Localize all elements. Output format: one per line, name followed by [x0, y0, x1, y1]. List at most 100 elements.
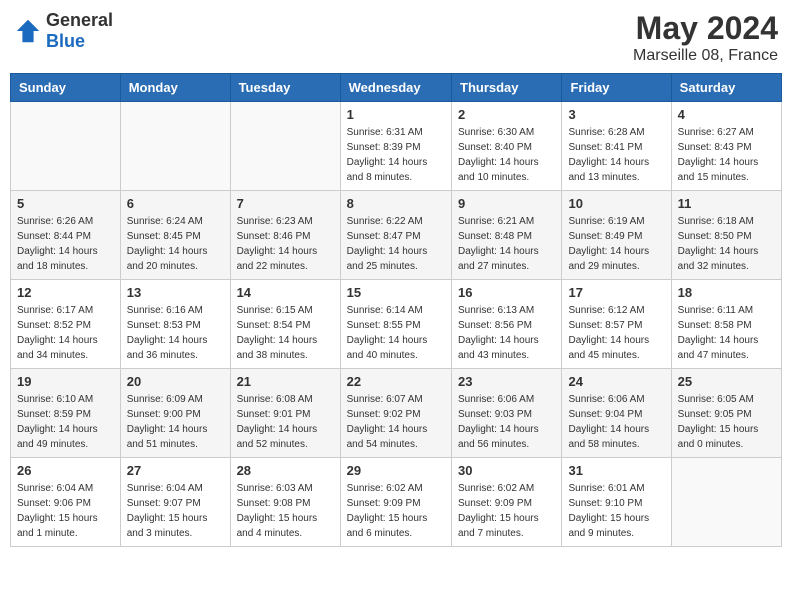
- title-block: May 2024 Marseille 08, France: [633, 10, 778, 65]
- cell-info: Sunrise: 6:15 AM Sunset: 8:54 PM Dayligh…: [237, 303, 334, 363]
- cell-day-number: 10: [568, 196, 664, 211]
- cell-day-number: 8: [347, 196, 445, 211]
- cell-day-number: 20: [127, 374, 224, 389]
- col-header-monday: Monday: [120, 74, 230, 102]
- cell-info: Sunrise: 6:08 AM Sunset: 9:01 PM Dayligh…: [237, 392, 334, 452]
- calendar-cell: 11 Sunrise: 6:18 AM Sunset: 8:50 PM Dayli…: [671, 191, 781, 280]
- calendar-cell: 4 Sunrise: 6:27 AM Sunset: 8:43 PM Daylig…: [671, 102, 781, 191]
- calendar-cell: 27 Sunrise: 6:04 AM Sunset: 9:07 PM Dayli…: [120, 458, 230, 547]
- cell-info: Sunrise: 6:17 AM Sunset: 8:52 PM Dayligh…: [17, 303, 114, 363]
- logo: General Blue: [14, 10, 113, 52]
- cell-day-number: 7: [237, 196, 334, 211]
- cell-day-number: 28: [237, 463, 334, 478]
- calendar-cell: 14 Sunrise: 6:15 AM Sunset: 8:54 PM Dayli…: [230, 280, 340, 369]
- calendar-week-3: 12 Sunrise: 6:17 AM Sunset: 8:52 PM Dayli…: [11, 280, 782, 369]
- calendar-week-5: 26 Sunrise: 6:04 AM Sunset: 9:06 PM Dayli…: [11, 458, 782, 547]
- cell-info: Sunrise: 6:26 AM Sunset: 8:44 PM Dayligh…: [17, 214, 114, 274]
- calendar-table: SundayMondayTuesdayWednesdayThursdayFrid…: [10, 73, 782, 547]
- calendar-cell: 17Sunrise: 6:12 AM Sunset: 8:57 PM Dayli…: [562, 280, 671, 369]
- cell-day-number: 5: [17, 196, 114, 211]
- calendar-cell: 18 Sunrise: 6:11 AM Sunset: 8:58 PM Dayli…: [671, 280, 781, 369]
- cell-day-number: 3: [568, 107, 664, 122]
- cell-day-number: 21: [237, 374, 334, 389]
- calendar-cell: 19 Sunrise: 6:10 AM Sunset: 8:59 PM Dayli…: [11, 369, 121, 458]
- cell-info: Sunrise: 6:21 AM Sunset: 8:48 PM Dayligh…: [458, 214, 555, 274]
- cell-day-number: 30: [458, 463, 555, 478]
- cell-day-number: 14: [237, 285, 334, 300]
- cell-day-number: 1: [347, 107, 445, 122]
- calendar-cell: 3 Sunrise: 6:28 AM Sunset: 8:41 PM Daylig…: [562, 102, 671, 191]
- cell-day-number: 27: [127, 463, 224, 478]
- logo-text: General Blue: [46, 10, 113, 52]
- cell-info: Sunrise: 6:28 AM Sunset: 8:41 PM Dayligh…: [568, 125, 664, 185]
- calendar-week-1: 1 Sunrise: 6:31 AM Sunset: 8:39 PM Daylig…: [11, 102, 782, 191]
- cell-day-number: 4: [678, 107, 775, 122]
- cell-info: Sunrise: 6:06 AM Sunset: 9:03 PM Dayligh…: [458, 392, 555, 452]
- location-title: Marseille 08, France: [633, 47, 778, 65]
- page-header: General Blue May 2024 Marseille 08, Fran…: [10, 10, 782, 65]
- cell-day-number: 26: [17, 463, 114, 478]
- cell-info: Sunrise: 6:11 AM Sunset: 8:58 PM Dayligh…: [678, 303, 775, 363]
- cell-info: Sunrise: 6:16 AM Sunset: 8:53 PM Dayligh…: [127, 303, 224, 363]
- calendar-cell: 25 Sunrise: 6:05 AM Sunset: 9:05 PM Dayli…: [671, 369, 781, 458]
- calendar-cell: 28Sunrise: 6:03 AM Sunset: 9:08 PM Dayli…: [230, 458, 340, 547]
- col-header-thursday: Thursday: [452, 74, 562, 102]
- cell-info: Sunrise: 6:13 AM Sunset: 8:56 PM Dayligh…: [458, 303, 555, 363]
- calendar-cell: 12 Sunrise: 6:17 AM Sunset: 8:52 PM Dayli…: [11, 280, 121, 369]
- cell-day-number: 13: [127, 285, 224, 300]
- calendar-cell: 22Sunrise: 6:07 AM Sunset: 9:02 PM Dayli…: [340, 369, 451, 458]
- cell-info: Sunrise: 6:10 AM Sunset: 8:59 PM Dayligh…: [17, 392, 114, 452]
- cell-info: Sunrise: 6:05 AM Sunset: 9:05 PM Dayligh…: [678, 392, 775, 452]
- cell-day-number: 19: [17, 374, 114, 389]
- cell-day-number: 11: [678, 196, 775, 211]
- calendar-cell: 6 Sunrise: 6:24 AM Sunset: 8:45 PM Daylig…: [120, 191, 230, 280]
- cell-day-number: 24: [568, 374, 664, 389]
- cell-info: Sunrise: 6:02 AM Sunset: 9:09 PM Dayligh…: [347, 481, 445, 541]
- cell-info: Sunrise: 6:12 AM Sunset: 8:57 PM Dayligh…: [568, 303, 664, 363]
- calendar-week-2: 5 Sunrise: 6:26 AM Sunset: 8:44 PM Daylig…: [11, 191, 782, 280]
- calendar-cell: 8 Sunrise: 6:22 AM Sunset: 8:47 PM Daylig…: [340, 191, 451, 280]
- calendar-cell: 24 Sunrise: 6:06 AM Sunset: 9:04 PM Dayli…: [562, 369, 671, 458]
- cell-info: Sunrise: 6:04 AM Sunset: 9:06 PM Dayligh…: [17, 481, 114, 541]
- cell-day-number: 6: [127, 196, 224, 211]
- cell-day-number: 15: [347, 285, 445, 300]
- calendar-cell: 20 Sunrise: 6:09 AM Sunset: 9:00 PM Dayli…: [120, 369, 230, 458]
- cell-info: Sunrise: 6:22 AM Sunset: 8:47 PM Dayligh…: [347, 214, 445, 274]
- cell-day-number: 16: [458, 285, 555, 300]
- cell-day-number: 23: [458, 374, 555, 389]
- cell-info: Sunrise: 6:01 AM Sunset: 9:10 PM Dayligh…: [568, 481, 664, 541]
- cell-day-number: 12: [17, 285, 114, 300]
- col-header-tuesday: Tuesday: [230, 74, 340, 102]
- cell-info: Sunrise: 6:31 AM Sunset: 8:39 PM Dayligh…: [347, 125, 445, 185]
- calendar-cell: 31Sunrise: 6:01 AM Sunset: 9:10 PM Dayli…: [562, 458, 671, 547]
- calendar-cell: 30Sunrise: 6:02 AM Sunset: 9:09 PM Dayli…: [452, 458, 562, 547]
- cell-info: Sunrise: 6:27 AM Sunset: 8:43 PM Dayligh…: [678, 125, 775, 185]
- col-header-friday: Friday: [562, 74, 671, 102]
- col-header-sunday: Sunday: [11, 74, 121, 102]
- logo-icon: [14, 17, 42, 45]
- calendar-cell: 5 Sunrise: 6:26 AM Sunset: 8:44 PM Daylig…: [11, 191, 121, 280]
- cell-info: Sunrise: 6:30 AM Sunset: 8:40 PM Dayligh…: [458, 125, 555, 185]
- cell-day-number: 29: [347, 463, 445, 478]
- calendar-cell: 21 Sunrise: 6:08 AM Sunset: 9:01 PM Dayli…: [230, 369, 340, 458]
- calendar-cell: 2 Sunrise: 6:30 AM Sunset: 8:40 PM Daylig…: [452, 102, 562, 191]
- calendar-cell: 13 Sunrise: 6:16 AM Sunset: 8:53 PM Dayli…: [120, 280, 230, 369]
- calendar-cell: [11, 102, 121, 191]
- logo-general: General: [46, 10, 113, 30]
- cell-info: Sunrise: 6:18 AM Sunset: 8:50 PM Dayligh…: [678, 214, 775, 274]
- cell-info: Sunrise: 6:04 AM Sunset: 9:07 PM Dayligh…: [127, 481, 224, 541]
- cell-info: Sunrise: 6:14 AM Sunset: 8:55 PM Dayligh…: [347, 303, 445, 363]
- cell-day-number: 2: [458, 107, 555, 122]
- calendar-cell: [671, 458, 781, 547]
- cell-info: Sunrise: 6:09 AM Sunset: 9:00 PM Dayligh…: [127, 392, 224, 452]
- month-title: May 2024: [633, 10, 778, 47]
- cell-info: Sunrise: 6:24 AM Sunset: 8:45 PM Dayligh…: [127, 214, 224, 274]
- cell-day-number: 25: [678, 374, 775, 389]
- col-header-wednesday: Wednesday: [340, 74, 451, 102]
- calendar-header-row: SundayMondayTuesdayWednesdayThursdayFrid…: [11, 74, 782, 102]
- calendar-cell: 16 Sunrise: 6:13 AM Sunset: 8:56 PM Dayli…: [452, 280, 562, 369]
- cell-info: Sunrise: 6:06 AM Sunset: 9:04 PM Dayligh…: [568, 392, 664, 452]
- cell-day-number: 18: [678, 285, 775, 300]
- calendar-cell: [230, 102, 340, 191]
- calendar-cell: [120, 102, 230, 191]
